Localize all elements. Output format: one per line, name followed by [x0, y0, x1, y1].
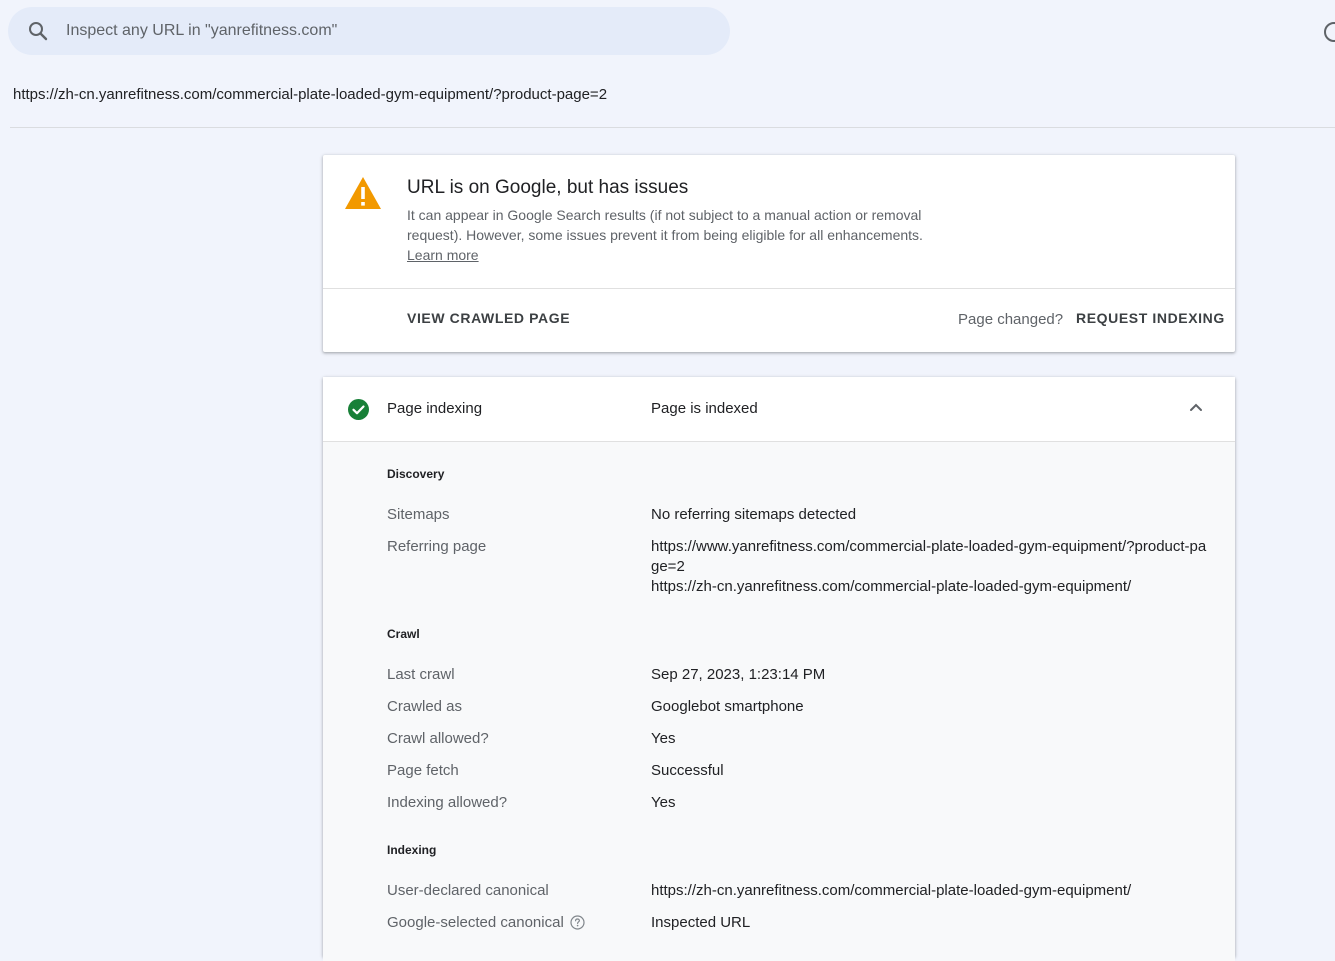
referring-page-link[interactable]: https://zh-cn.yanrefitness.com/commercia…	[651, 577, 1213, 597]
status-description: It can appear in Google Search results (…	[407, 207, 923, 243]
sitemaps-value: No referring sitemaps detected	[651, 506, 857, 523]
crawled-as-value: Googlebot smartphone	[651, 698, 804, 715]
help-icon[interactable]	[1322, 20, 1335, 44]
last-crawl-label: Last crawl	[387, 666, 455, 683]
url-inspection-search-bar[interactable]	[8, 7, 730, 55]
page-indexing-card: Page indexing Page is indexed Discovery …	[323, 377, 1235, 961]
sitemaps-label: Sitemaps	[387, 506, 450, 523]
card-divider	[323, 288, 1235, 289]
page-fetch-label: Page fetch	[387, 762, 459, 779]
header-divider	[10, 127, 1335, 128]
warning-icon	[345, 177, 381, 209]
referring-page-label: Referring page	[387, 538, 487, 555]
page-indexing-header[interactable]: Page indexing Page is indexed	[323, 377, 1235, 441]
google-canonical-row-label: Google-selected canonical	[387, 914, 585, 931]
google-canonical-value: Inspected URL	[651, 914, 751, 931]
check-circle-icon	[348, 399, 369, 420]
view-crawled-page-button[interactable]: VIEW CRAWLED PAGE	[407, 310, 570, 326]
google-canonical-label: Google-selected canonical	[387, 914, 564, 931]
last-crawl-value: Sep 27, 2023, 1:23:14 PM	[651, 666, 826, 683]
referring-page-values: https://www.yanrefitness.com/commercial-…	[651, 537, 1213, 597]
page-indexing-details: Discovery Sitemaps No referring sitemaps…	[323, 441, 1235, 961]
url-inspection-input[interactable]	[66, 7, 706, 55]
request-indexing-button[interactable]: REQUEST INDEXING	[1076, 310, 1225, 326]
crawled-as-label: Crawled as	[387, 698, 463, 715]
status-title: URL is on Google, but has issues	[407, 177, 689, 198]
page-fetch-value: Successful	[651, 762, 724, 779]
user-canonical-label: User-declared canonical	[387, 882, 549, 899]
indexing-allowed-value: Yes	[651, 794, 676, 811]
user-canonical-value: https://zh-cn.yanrefitness.com/commercia…	[651, 882, 1132, 899]
page-indexing-label: Page indexing	[387, 400, 483, 417]
section-title-discovery: Discovery	[387, 467, 445, 481]
search-icon	[29, 22, 48, 41]
chevron-up-icon[interactable]	[1189, 402, 1203, 412]
help-circle-icon[interactable]	[570, 915, 585, 930]
section-title-crawl: Crawl	[387, 627, 420, 641]
crawl-allowed-value: Yes	[651, 730, 676, 747]
indexing-allowed-label: Indexing allowed?	[387, 794, 508, 811]
page-indexing-status: Page is indexed	[651, 400, 758, 417]
inspected-url: https://zh-cn.yanrefitness.com/commercia…	[13, 86, 608, 103]
url-status-card: URL is on Google, but has issues It can …	[323, 155, 1235, 352]
learn-more-link[interactable]: Learn more	[407, 245, 479, 265]
crawl-allowed-label: Crawl allowed?	[387, 730, 489, 747]
page-changed-label: Page changed?	[958, 311, 1064, 328]
referring-page-link[interactable]: https://www.yanrefitness.com/commercial-…	[651, 537, 1213, 577]
section-title-indexing: Indexing	[387, 843, 437, 857]
